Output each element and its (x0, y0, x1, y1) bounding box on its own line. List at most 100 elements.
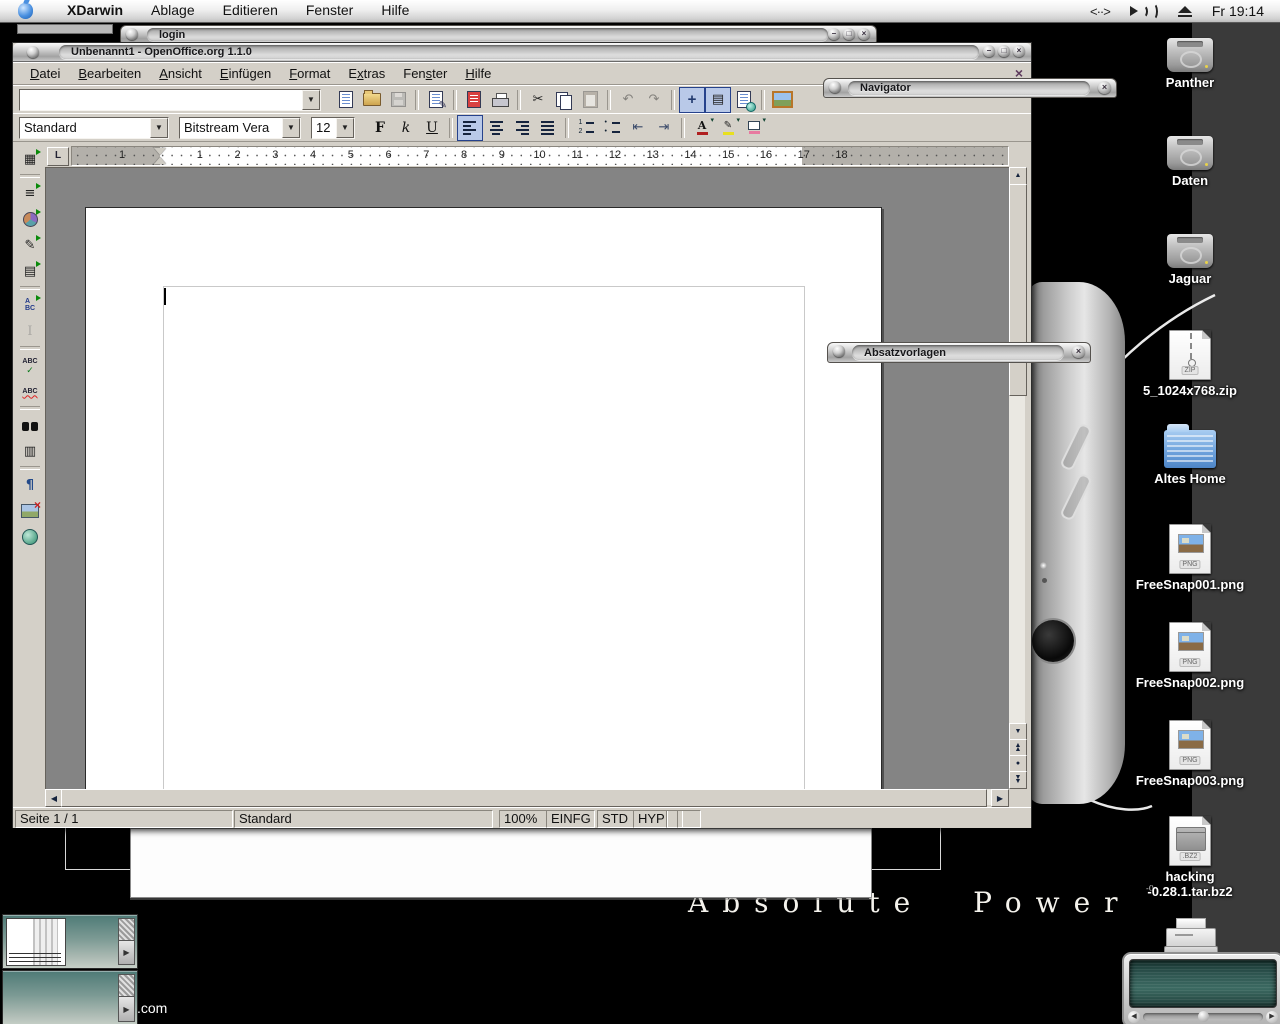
vertical-scroll-thumb[interactable] (1009, 184, 1027, 396)
close-button[interactable]: × (858, 28, 870, 40)
menu-datei[interactable]: Datei (21, 64, 69, 83)
paste-button[interactable] (577, 87, 603, 113)
font-size-combobox[interactable]: 12▼ (311, 117, 355, 139)
hyperlink-button[interactable] (731, 87, 757, 113)
stylist-floating-titlebar[interactable]: Absatzvorlagen × (827, 342, 1091, 363)
menu-format[interactable]: Format (280, 64, 339, 83)
spellcheck-button[interactable]: ABC✓ (17, 352, 43, 378)
insert-fields-button[interactable]: ≡ (17, 180, 43, 206)
menu-hilfe[interactable]: Hilfe (456, 64, 500, 83)
maximize-button[interactable]: □ (843, 28, 855, 40)
desktop-icon-freesnap002[interactable]: PNG FreeSnap002.png (1130, 622, 1250, 690)
url-combobox[interactable]: ▼ (19, 89, 321, 111)
insert-button[interactable]: ▦ (17, 146, 43, 172)
minimized-window-2[interactable]: ▶ (2, 970, 138, 1024)
justify-button[interactable] (535, 115, 561, 141)
chevron-down-icon[interactable]: ▼ (150, 118, 168, 138)
scroll-right-button[interactable]: ▶ (991, 789, 1009, 807)
desktop-icon-hacking-archive[interactable]: .BZ2 hacking -0.28.1.tar.bz2 (1130, 816, 1250, 899)
chevron-down-icon[interactable]: ▼ (302, 90, 320, 110)
status-page-style[interactable]: Standard (234, 810, 493, 828)
desktop-icon-freesnap003[interactable]: PNG FreeSnap003.png (1130, 720, 1250, 788)
pager-slider[interactable] (1143, 1013, 1263, 1021)
eject-icon[interactable] (1178, 6, 1192, 17)
print-button[interactable] (487, 87, 513, 113)
status-zoom[interactable]: 100% (499, 810, 547, 828)
undo-button[interactable]: ↶ (615, 87, 641, 113)
horizontal-scrollbar[interactable]: ◀ ▶ (45, 789, 1009, 805)
menu-bearbeiten[interactable]: Bearbeiten (69, 64, 150, 83)
autotext-button[interactable]: ABC (17, 292, 43, 318)
menu-fenster[interactable]: Fenster (394, 64, 456, 83)
online-layout-button[interactable] (17, 524, 43, 550)
nonprinting-characters-button[interactable]: ¶ (17, 472, 43, 498)
data-sources-button[interactable]: ▥ (17, 438, 43, 464)
menu-einfuegen[interactable]: Einfügen (211, 64, 280, 83)
background-window-body[interactable] (130, 828, 872, 898)
minimize-button[interactable]: – (983, 45, 995, 57)
desktop-icon-freesnap001[interactable]: PNG FreeSnap001.png (1130, 524, 1250, 592)
vertical-scrollbar[interactable]: ▲ ▼ ▲▲ ● ▼▼ (1009, 167, 1025, 789)
align-right-button[interactable] (509, 115, 535, 141)
volume-icon[interactable] (1130, 3, 1158, 20)
expand-arrow-icon[interactable]: ▶ (118, 996, 135, 1022)
gallery-button[interactable] (769, 87, 795, 113)
navigator-floating-titlebar[interactable]: Navigator × (823, 78, 1117, 98)
desktop-icon-zip[interactable]: ZIP 5_1024x768.zip (1130, 330, 1250, 398)
window-knob[interactable] (27, 46, 39, 58)
desktop-icon-panther[interactable]: Panther (1130, 38, 1250, 90)
export-pdf-button[interactable] (461, 87, 487, 113)
document-view[interactable] (45, 167, 1011, 791)
minimized-window-1[interactable]: ▶ (2, 914, 138, 969)
font-color-button[interactable]: A▾ (689, 115, 715, 141)
pager-right-button[interactable]: ▶ (1266, 1011, 1278, 1023)
indent-marker[interactable] (154, 148, 166, 164)
menu-extras[interactable]: Extras (339, 64, 394, 83)
align-center-button[interactable] (483, 115, 509, 141)
horizontal-scroll-thumb[interactable] (61, 789, 987, 807)
desktop-icon-altes-home[interactable]: Altes Home (1130, 430, 1250, 486)
numbering-button[interactable]: 12 (573, 115, 599, 141)
expand-arrow-icon[interactable]: ▶ (118, 940, 135, 965)
menubar-ablage[interactable]: Ablage (137, 0, 209, 22)
chevron-down-icon[interactable]: ▼ (336, 118, 354, 138)
underline-button[interactable]: U (419, 115, 445, 141)
minimize-button[interactable]: – (828, 28, 840, 40)
close-icon[interactable]: × (1098, 81, 1111, 94)
menubar-clock[interactable]: Fr 19:14 (1212, 3, 1264, 19)
edit-file-button[interactable]: ✎ (423, 87, 449, 113)
openoffice-titlebar[interactable]: Unbenannt1 - OpenOffice.org 1.1.0 – □ × (13, 43, 1031, 62)
desktop-icon-jaguar[interactable]: Jaguar (1130, 234, 1250, 286)
ruler-corner-button[interactable]: L (47, 147, 69, 166)
redo-button[interactable]: ↷ (641, 87, 667, 113)
window-knob[interactable] (829, 81, 841, 93)
copy-button[interactable] (551, 87, 577, 113)
close-icon[interactable]: × (1072, 345, 1085, 358)
scroll-up-button[interactable]: ▲ (1009, 167, 1027, 185)
highlighting-button[interactable]: ✎▾ (715, 115, 741, 141)
cut-button[interactable]: ✂ (525, 87, 551, 113)
italic-button[interactable]: k (393, 115, 419, 141)
increase-indent-button[interactable]: ⇥ (651, 115, 677, 141)
find-replace-button[interactable] (17, 412, 43, 438)
paragraph-background-button[interactable]: ▾ (741, 115, 767, 141)
save-button[interactable] (385, 87, 411, 113)
apple-menu-icon[interactable] (18, 3, 33, 19)
open-button[interactable] (359, 87, 385, 113)
status-insert-mode[interactable]: EINFG (546, 810, 595, 828)
status-hyperlink-mode[interactable]: HYP (633, 810, 668, 828)
menubar-editieren[interactable]: Editieren (209, 0, 292, 22)
close-button[interactable]: × (1013, 45, 1025, 57)
navigator-button[interactable]: + (679, 87, 705, 113)
form-functions-button[interactable]: ▤ (17, 258, 43, 284)
autospellcheck-button[interactable]: ABC (17, 378, 43, 404)
bold-button[interactable]: F (367, 115, 393, 141)
direct-cursor-button[interactable]: I (17, 318, 43, 344)
pager-left-button[interactable]: ◀ (1128, 1011, 1140, 1023)
chevron-down-icon[interactable]: ▼ (282, 118, 300, 138)
window-knob[interactable] (126, 28, 138, 40)
window-knob[interactable] (833, 345, 845, 357)
resize-corner[interactable] (1009, 789, 1025, 805)
draw-functions-button[interactable]: ✎ (17, 232, 43, 258)
new-document-button[interactable] (333, 87, 359, 113)
